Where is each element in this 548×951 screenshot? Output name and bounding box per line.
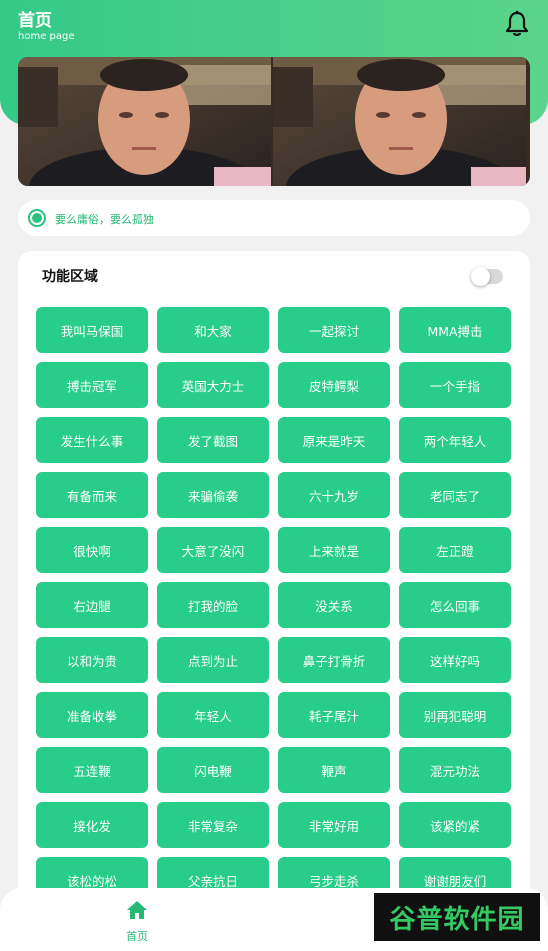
function-button[interactable]: 大意了没闪 bbox=[157, 527, 269, 573]
function-button[interactable]: 英国大力士 bbox=[157, 362, 269, 408]
function-button[interactable]: 非常复杂 bbox=[157, 802, 269, 848]
notice-text: 要么庸俗，要么孤独 bbox=[55, 213, 154, 226]
page-subtitle: home page bbox=[18, 31, 75, 42]
function-button[interactable]: 以和为贵 bbox=[36, 637, 148, 683]
function-button[interactable]: 鞭声 bbox=[278, 747, 390, 793]
function-button[interactable]: 和大家 bbox=[157, 307, 269, 353]
function-button[interactable]: 混元功法 bbox=[399, 747, 511, 793]
bell-icon[interactable] bbox=[504, 10, 530, 38]
function-button[interactable]: 这样好吗 bbox=[399, 637, 511, 683]
function-button[interactable]: 打我的脸 bbox=[157, 582, 269, 628]
function-button[interactable]: 年轻人 bbox=[157, 692, 269, 738]
toggle-knob bbox=[471, 267, 490, 286]
function-button[interactable]: 非常好用 bbox=[278, 802, 390, 848]
function-button[interactable]: 很快啊 bbox=[36, 527, 148, 573]
panel-title: 功能区域 bbox=[42, 269, 98, 285]
watermark-logo: 谷普软件园 bbox=[374, 893, 540, 941]
home-icon[interactable] bbox=[126, 899, 148, 921]
banner-photo-right bbox=[273, 57, 526, 186]
function-button[interactable]: 怎么回事 bbox=[399, 582, 511, 628]
function-button[interactable]: 皮特鳄梨 bbox=[278, 362, 390, 408]
function-button[interactable]: 上来就是 bbox=[278, 527, 390, 573]
function-button[interactable]: 接化发 bbox=[36, 802, 148, 848]
function-button[interactable]: 一起探讨 bbox=[278, 307, 390, 353]
function-button[interactable]: 耗子尾汁 bbox=[278, 692, 390, 738]
function-button[interactable]: 闪电鞭 bbox=[157, 747, 269, 793]
tab-home-label[interactable]: 首页 bbox=[0, 928, 274, 944]
function-button[interactable]: 一个手指 bbox=[399, 362, 511, 408]
function-button[interactable]: 该紧的紧 bbox=[399, 802, 511, 848]
function-button[interactable]: 点到为止 bbox=[157, 637, 269, 683]
notice-bar[interactable]: 要么庸俗，要么孤独 bbox=[18, 200, 530, 236]
function-button[interactable]: 没关系 bbox=[278, 582, 390, 628]
function-button[interactable]: 我叫马保国 bbox=[36, 307, 148, 353]
banner-image[interactable] bbox=[18, 57, 530, 186]
banner-photo-left bbox=[18, 57, 271, 186]
function-button[interactable]: 五连鞭 bbox=[36, 747, 148, 793]
function-button[interactable]: 搏击冠军 bbox=[36, 362, 148, 408]
function-button[interactable]: 别再犯聪明 bbox=[399, 692, 511, 738]
function-button[interactable]: 六十九岁 bbox=[278, 472, 390, 518]
function-button[interactable]: 准备收拳 bbox=[36, 692, 148, 738]
function-button[interactable]: MMA搏击 bbox=[399, 307, 511, 353]
function-button[interactable]: 发生什么事 bbox=[36, 417, 148, 463]
page-title: 首页 bbox=[18, 11, 52, 31]
function-button[interactable]: 发了截图 bbox=[157, 417, 269, 463]
function-button[interactable]: 右边腿 bbox=[36, 582, 148, 628]
function-button[interactable]: 老同志了 bbox=[399, 472, 511, 518]
panel-toggle[interactable] bbox=[471, 267, 503, 286]
function-button[interactable]: 来骗偷袭 bbox=[157, 472, 269, 518]
function-button-grid: 我叫马保国 和大家 一起探讨 MMA搏击搏击冠军 英国大力士 皮特鳄梨 一个手指发生什么事发… bbox=[36, 307, 513, 903]
function-button[interactable]: 左正蹬 bbox=[399, 527, 511, 573]
function-panel: 功能区域 我叫马保国 和大家 一起探讨 MMA搏击搏击冠军 英国大力士 皮特鳄梨 一个手指发… bbox=[18, 251, 530, 951]
function-button[interactable]: 原来是昨天 bbox=[278, 417, 390, 463]
function-button[interactable]: 有备而来 bbox=[36, 472, 148, 518]
function-button[interactable]: 鼻子打骨折 bbox=[278, 637, 390, 683]
notice-icon bbox=[28, 209, 46, 227]
function-button[interactable]: 两个年轻人 bbox=[399, 417, 511, 463]
